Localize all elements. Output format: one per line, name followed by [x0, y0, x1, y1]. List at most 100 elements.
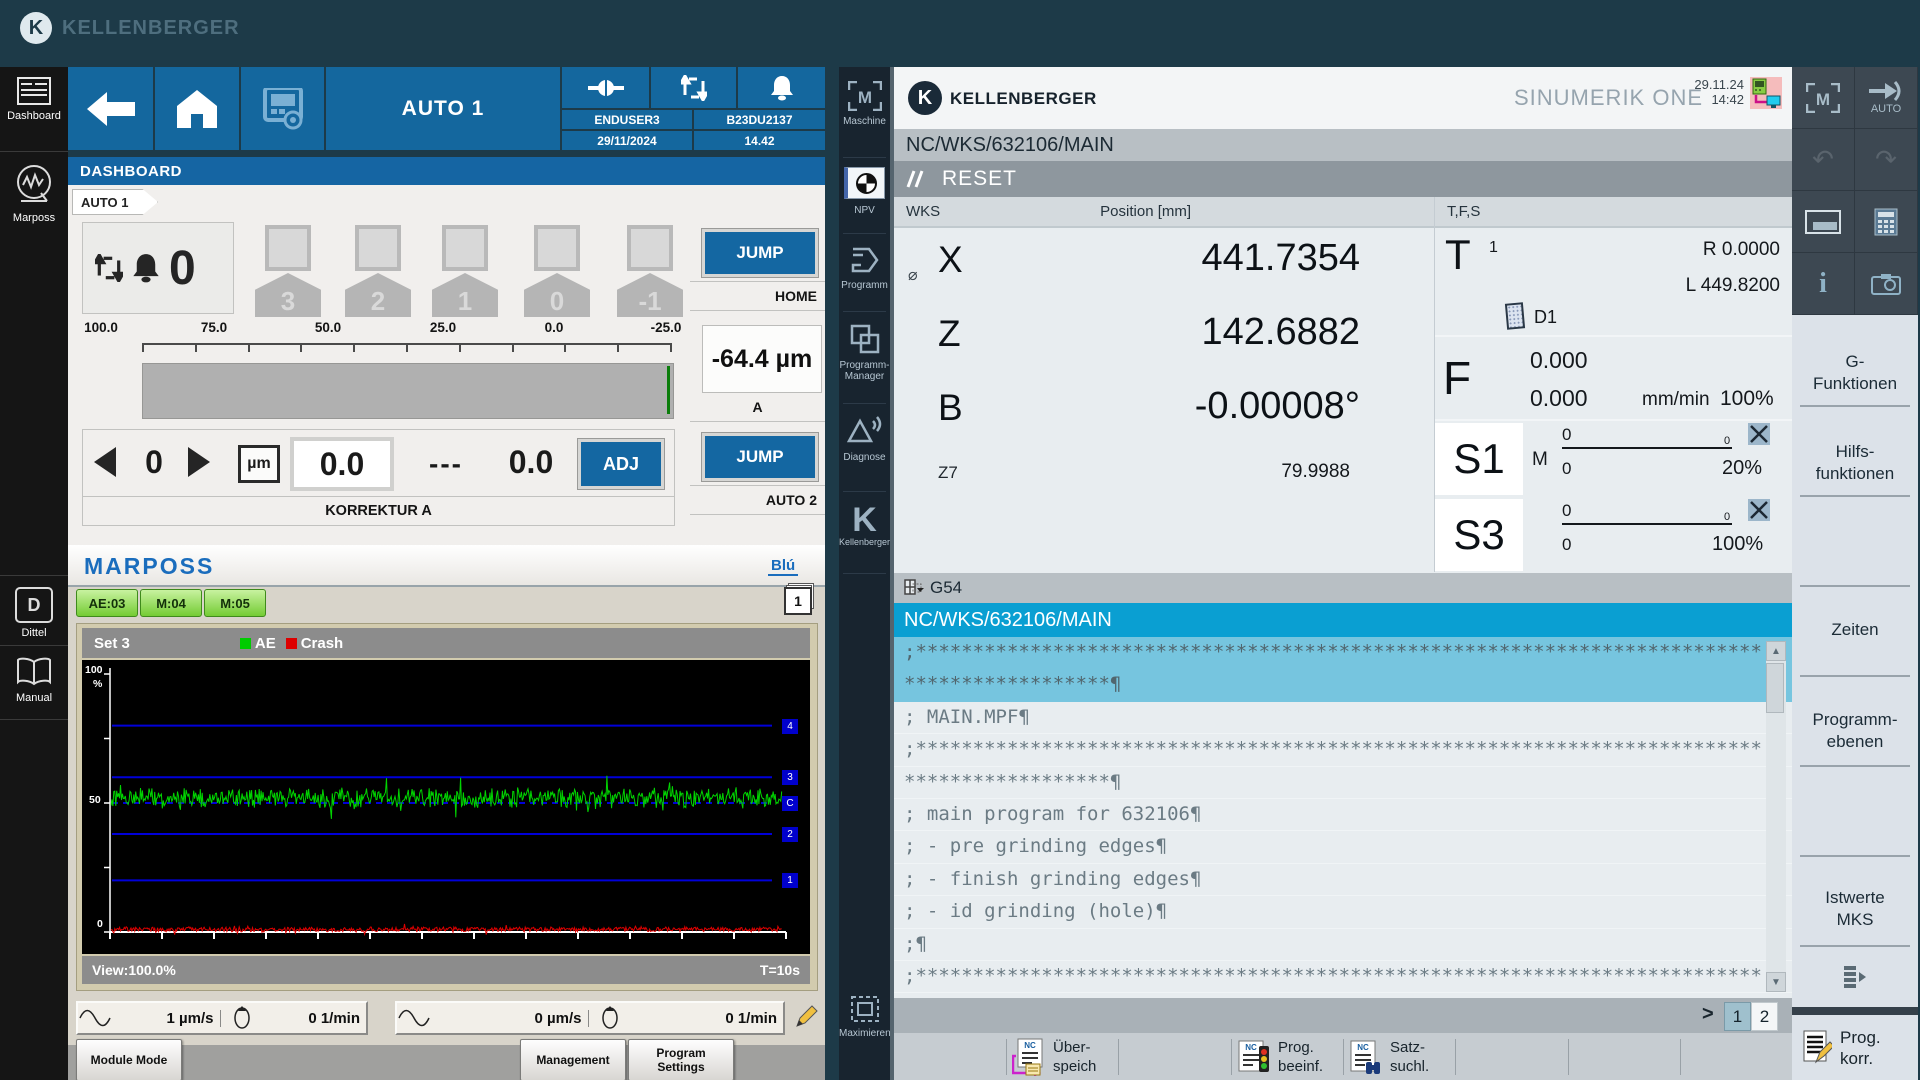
keyboard-button[interactable]: [1792, 191, 1854, 252]
s1-actual: 0: [1562, 425, 1571, 445]
softkey-zeiten[interactable]: Zeiten: [1792, 619, 1918, 641]
nav-item-maschine[interactable]: M Maschine: [839, 81, 890, 127]
adj-button[interactable]: ADJ: [578, 439, 664, 489]
calculator-button[interactable]: [1855, 191, 1917, 252]
program-line[interactable]: ******************¶: [894, 767, 1792, 799]
auto-arrow-icon: [1869, 81, 1903, 101]
coupling-button[interactable]: [562, 67, 649, 108]
unit-button[interactable]: µm: [238, 445, 280, 483]
feed-set: 0.000: [1530, 385, 1588, 412]
program-line[interactable]: ; main program for 632106¶: [894, 799, 1792, 831]
softkey-prog-beeinf[interactable]: NC Prog.beeinf.: [1237, 1037, 1341, 1077]
page-stack-icon[interactable]: 1: [784, 583, 814, 613]
softkey-menu-extend[interactable]: [1792, 965, 1918, 995]
program-line[interactable]: ; MAIN.MPF¶: [894, 702, 1792, 734]
bell-button[interactable]: [738, 67, 825, 108]
screenshot-button[interactable]: [1855, 253, 1917, 314]
nav-item-diagnose[interactable]: Diagnose: [839, 415, 890, 463]
sinumerik-brand: KELLENBERGER: [950, 89, 1097, 109]
correction-value-input[interactable]: 0.0: [290, 437, 394, 491]
softkey-prog-korr[interactable]: Prog.korr.: [1792, 1015, 1918, 1080]
pager-page-1[interactable]: 1: [1724, 1002, 1751, 1031]
undo-button[interactable]: ↶: [1792, 129, 1854, 190]
tool-number: 1: [1489, 239, 1498, 257]
step-down-button[interactable]: [94, 447, 116, 477]
s3-bar: [1562, 523, 1732, 525]
program-line[interactable]: ;***************************************…: [894, 637, 1792, 669]
tab-ae03[interactable]: AE:03: [76, 589, 138, 617]
divider: [0, 575, 68, 576]
scroll-thumb[interactable]: [1766, 663, 1784, 713]
softkey-g-funktionen[interactable]: G-Funktionen: [1792, 351, 1918, 395]
calculator-icon: [1874, 208, 1898, 236]
mode-title: AUTO 1: [326, 67, 560, 150]
pager-page-2[interactable]: 2: [1751, 1002, 1778, 1031]
softkey-istwerte-mks[interactable]: IstwerteMKS: [1792, 887, 1918, 931]
program-editor[interactable]: ;***************************************…: [894, 637, 1792, 998]
machine-name: B23DU2137: [694, 110, 825, 129]
program-line[interactable]: ;***************************************…: [894, 734, 1792, 766]
chart-title-bar: Set 3 AE Crash: [82, 628, 810, 658]
softkey-hilfsfunktionen[interactable]: Hilfs-funktionen: [1792, 441, 1918, 485]
program-line[interactable]: ; - finish grinding edges¶: [894, 864, 1792, 896]
jump-auto2-button[interactable]: JUMP: [702, 433, 818, 481]
edit-pencil-icon[interactable]: [794, 1005, 818, 1029]
softkey-uberspeich[interactable]: NC Über-speich: [1012, 1037, 1116, 1077]
network-status-icon[interactable]: [1750, 75, 1782, 109]
marposs-gauge-icon: [13, 163, 55, 207]
zero-offset-icon: [904, 579, 924, 597]
home-button[interactable]: [155, 67, 239, 150]
rotation-icon: [225, 1006, 259, 1030]
sidebar-item-dashboard[interactable]: Dashboard: [0, 77, 68, 122]
sidebar-item-dittel[interactable]: D Dittel: [0, 587, 68, 639]
auto-mode-button[interactable]: AUTO: [1855, 67, 1917, 128]
divider: [1435, 419, 1792, 421]
program-line[interactable]: ;***************************************…: [894, 961, 1792, 993]
hmi-settings-button[interactable]: [241, 67, 324, 150]
program-scrollbar[interactable]: ▲ ▼: [1766, 641, 1786, 992]
nav-item-label: Programm-: [839, 360, 890, 371]
management-button[interactable]: Management: [520, 1039, 626, 1080]
jump-home-button[interactable]: JUMP: [702, 229, 818, 277]
nav-item-kellenberger[interactable]: K Kellenberger: [839, 503, 890, 547]
axis-z7-value: 79.9988: [1044, 461, 1350, 483]
screen: K KELLENBERGER Dashboard Marposs D Ditte…: [0, 0, 1920, 1080]
nav-item-npv[interactable]: NPV: [839, 167, 890, 216]
tab-m05[interactable]: M:05: [204, 589, 266, 617]
back-button[interactable]: [68, 67, 153, 150]
marposs-plot: 100 % 50 0 43C21: [82, 660, 810, 954]
y-label-0: 0: [97, 918, 103, 930]
nc-traffic-light-icon: NC: [1237, 1038, 1271, 1076]
nav-item-programm[interactable]: Programm: [839, 245, 890, 291]
s1-override: 20%: [1722, 457, 1762, 480]
time: 14:42: [1654, 92, 1744, 107]
nav-item-maximieren[interactable]: Maximieren: [839, 995, 890, 1039]
redo-button[interactable]: ↷: [1855, 129, 1917, 190]
breadcrumb-tab[interactable]: AUTO 1: [72, 189, 158, 215]
scroll-down-button[interactable]: ▼: [1766, 972, 1786, 992]
pager-arrow[interactable]: >: [1702, 1003, 1714, 1026]
machine-area-button[interactable]: M: [1792, 67, 1854, 128]
softkey-programmebenen[interactable]: Programm-ebenen: [1792, 709, 1918, 753]
nav-item-programm-manager[interactable]: Programm- Manager: [839, 323, 890, 382]
info-button[interactable]: i: [1792, 253, 1854, 314]
cycle-button[interactable]: [651, 67, 736, 108]
scale-label: 25.0: [413, 319, 473, 337]
scroll-up-button[interactable]: ▲: [1766, 641, 1786, 661]
program-line[interactable]: ******************¶: [894, 669, 1792, 701]
step-up-button[interactable]: [188, 447, 210, 477]
program-settings-button[interactable]: ProgramSettings: [628, 1039, 734, 1080]
bell-icon: [131, 253, 161, 283]
module-mode-button[interactable]: Module Mode: [76, 1039, 182, 1080]
program-line[interactable]: ; - pre grinding edges¶: [894, 831, 1792, 863]
program-line[interactable]: ; - id grinding (hole)¶: [894, 896, 1792, 928]
app-header: K KELLENBERGER: [20, 12, 240, 44]
softkey-label: Über-speich: [1053, 1038, 1096, 1076]
sidebar-item-manual[interactable]: Manual: [0, 657, 68, 704]
program-line[interactable]: ;¶: [894, 929, 1792, 961]
softkey-satz-suchl[interactable]: NC Satz-suchl.: [1349, 1037, 1453, 1077]
sidebar-item-marposs[interactable]: Marposs: [0, 163, 68, 224]
tab-m04[interactable]: M:04: [140, 589, 202, 617]
chart-view: View:100.0%: [92, 962, 176, 978]
tool-length: L 449.8200: [1584, 275, 1780, 297]
